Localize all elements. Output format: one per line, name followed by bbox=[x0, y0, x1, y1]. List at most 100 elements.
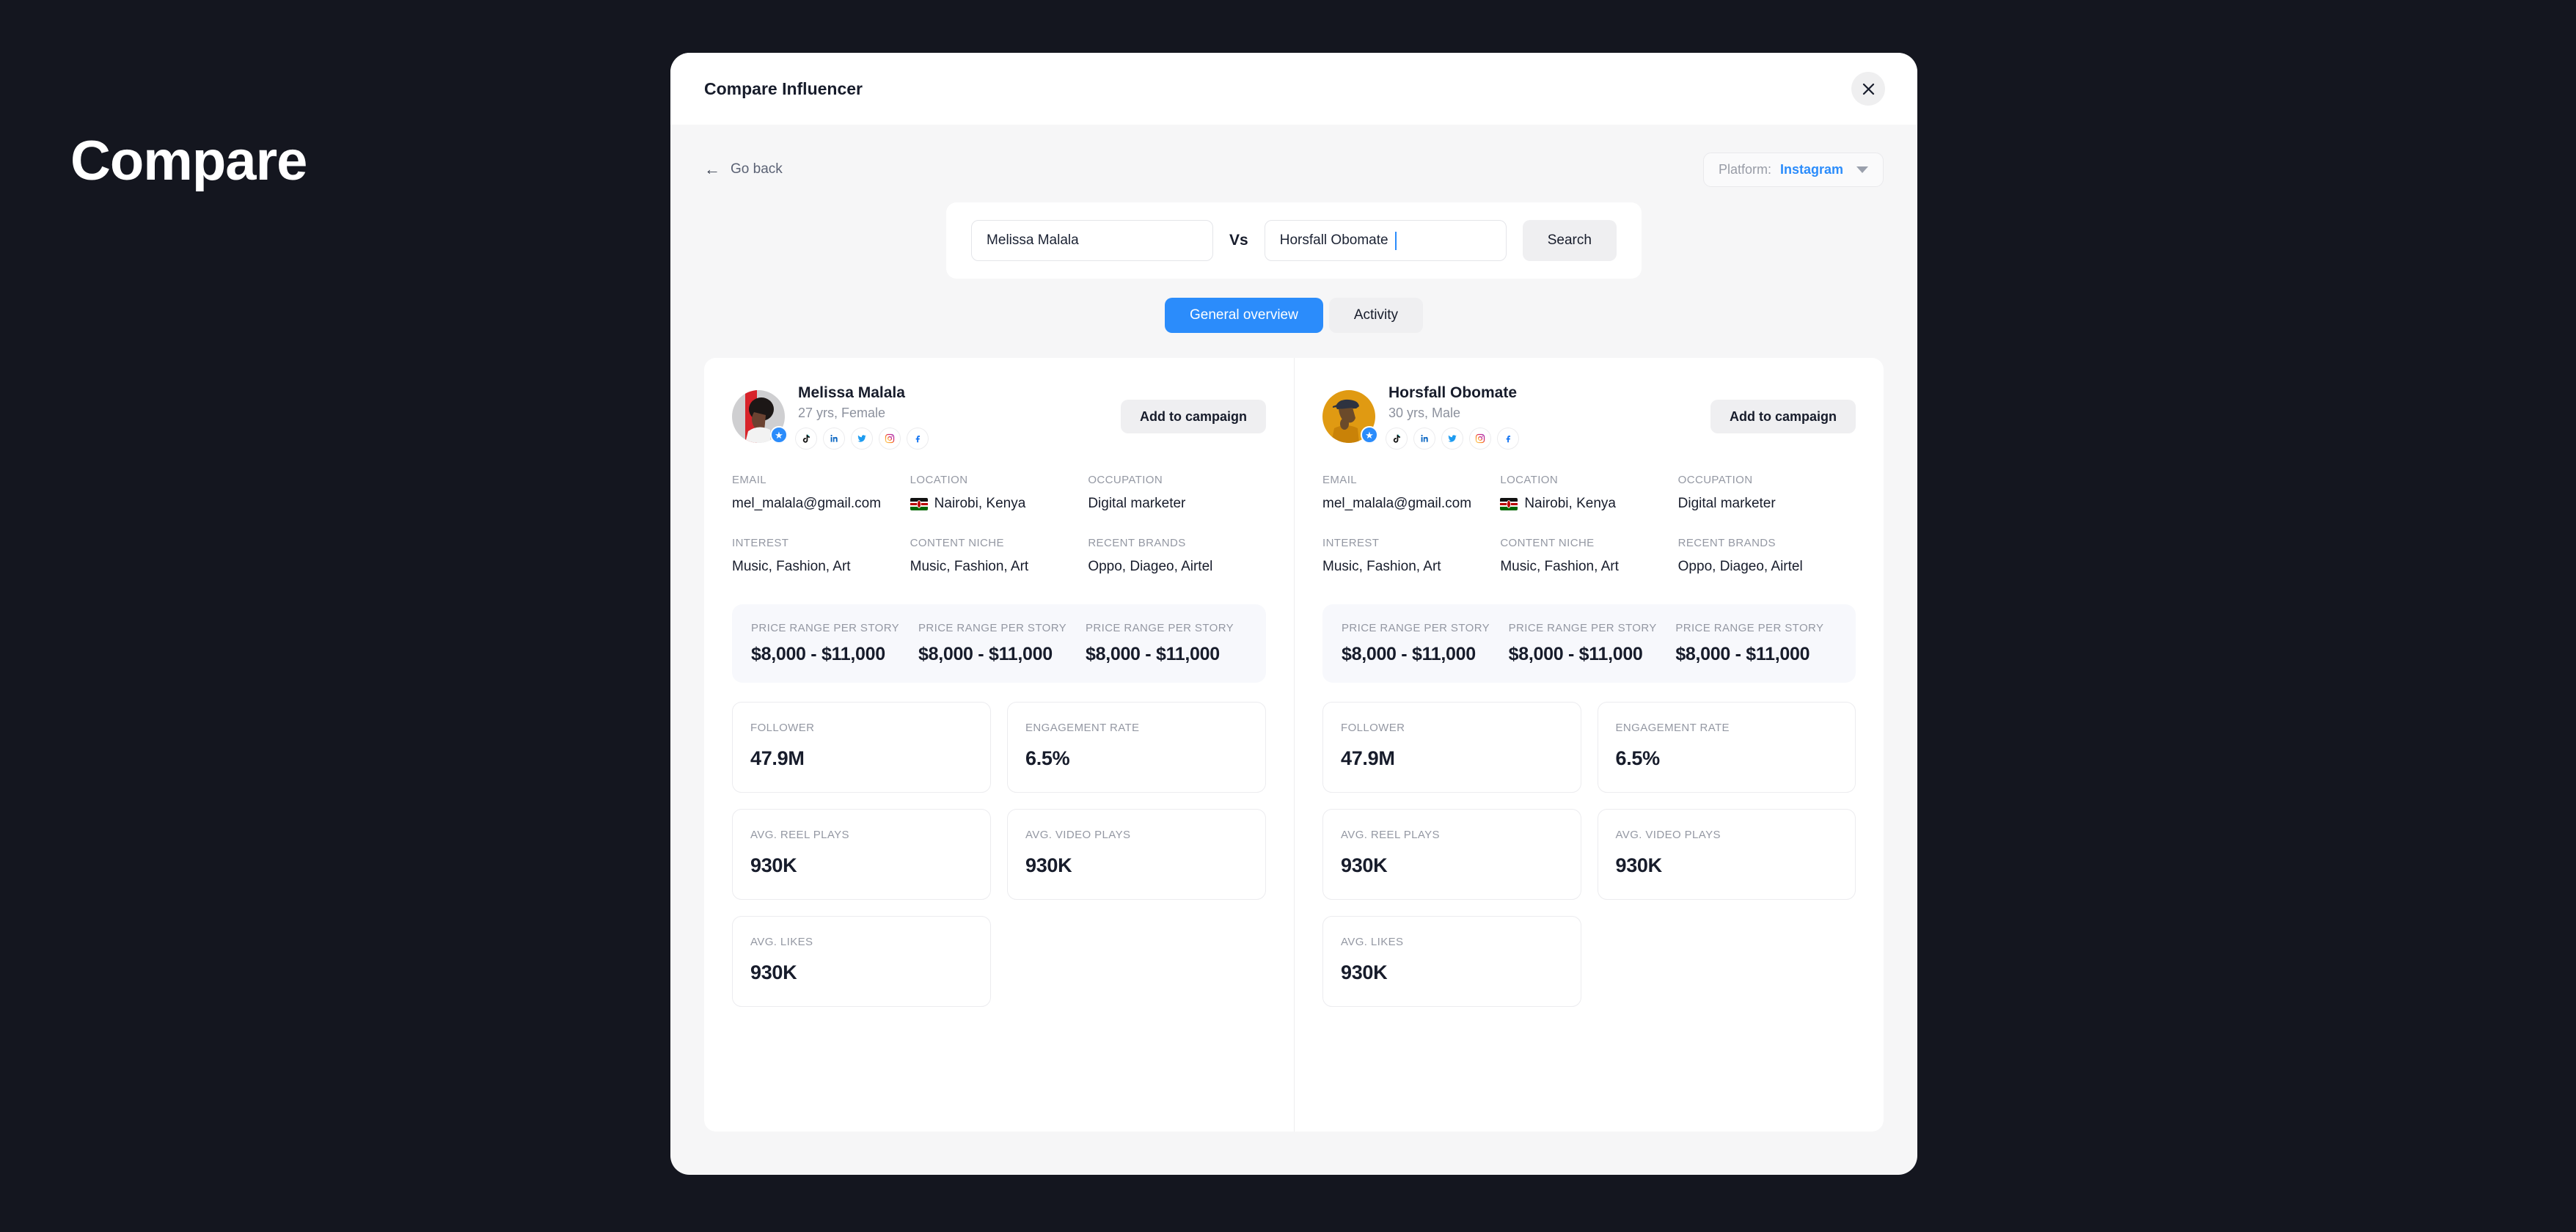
stat-value: 6.5% bbox=[1615, 747, 1661, 769]
price-value: $8,000 - $11,000 bbox=[1508, 644, 1643, 664]
search-input-right[interactable]: Horsfall Obomate bbox=[1264, 220, 1507, 261]
stat-label: AVG. REEL PLAYS bbox=[750, 829, 849, 841]
search-input-left[interactable] bbox=[971, 220, 1214, 261]
stat-card-avg-reel-plays: AVG. REEL PLAYS 930K bbox=[732, 809, 991, 900]
field-location: LOCATION Nairobi, Kenya bbox=[910, 474, 1088, 512]
stat-card-engagement-rate: ENGAGEMENT RATE 6.5% bbox=[1007, 702, 1266, 793]
field-value: Oppo, Diageo, Airtel bbox=[1088, 559, 1213, 574]
stat-value: 930K bbox=[1615, 854, 1663, 876]
field-value-location: Nairobi, Kenya bbox=[1500, 496, 1677, 512]
profile-meta: Melissa Malala 27 yrs, Female bbox=[795, 384, 1108, 450]
stat-card-avg-video-plays: AVG. VIDEO PLAYS 930K bbox=[1007, 809, 1266, 900]
kenya-flag-icon bbox=[910, 497, 928, 510]
field-interest: INTEREST Music, Fashion, Art bbox=[1322, 537, 1500, 575]
field-value-location: Nairobi, Kenya bbox=[910, 496, 1088, 512]
stat-card-follower: FOLLOWER 47.9M bbox=[732, 702, 991, 793]
verified-badge-icon: ★ bbox=[770, 426, 788, 444]
price-value: $8,000 - $11,000 bbox=[751, 644, 885, 664]
field-label: INTEREST bbox=[1322, 537, 1380, 549]
instagram-icon[interactable] bbox=[879, 427, 901, 450]
modal-header: Compare Influencer bbox=[670, 53, 1917, 125]
search-input-right-value: Horsfall Obomate bbox=[1279, 232, 1388, 248]
platform-select[interactable]: Platform: Instagram bbox=[1702, 152, 1884, 187]
price-label: PRICE RANGE PER STORY bbox=[1086, 622, 1234, 634]
field-occupation: OCCUPATION Digital marketer bbox=[1678, 474, 1856, 512]
price-value: $8,000 - $11,000 bbox=[1342, 644, 1476, 664]
stat-value: 930K bbox=[750, 961, 797, 983]
go-back-button[interactable]: ← Go back bbox=[704, 161, 783, 177]
search-section: Vs Horsfall Obomate Search bbox=[704, 202, 1884, 279]
field-label: LOCATION bbox=[910, 474, 968, 486]
add-to-campaign-button[interactable]: Add to campaign bbox=[1120, 400, 1266, 433]
influencer-name: Melissa Malala bbox=[798, 384, 905, 401]
stat-label: AVG. VIDEO PLAYS bbox=[1615, 829, 1721, 841]
verified-badge-icon: ★ bbox=[1361, 426, 1378, 444]
field-value: Music, Fashion, Art bbox=[1500, 559, 1619, 574]
facebook-icon[interactable] bbox=[1497, 427, 1519, 450]
tab-activity[interactable]: Activity bbox=[1328, 298, 1424, 333]
stat-card-follower: FOLLOWER 47.9M bbox=[1322, 702, 1581, 793]
stat-card-avg-likes: AVG. LIKES 930K bbox=[1322, 916, 1581, 1007]
stat-grid: FOLLOWER 47.9M ENGAGEMENT RATE 6.5% AVG.… bbox=[1322, 702, 1856, 1007]
comparison-card: ★ Melissa Malala 27 yrs, Female Add to c… bbox=[704, 358, 1884, 1132]
tiktok-icon[interactable] bbox=[795, 427, 817, 450]
linkedin-icon[interactable] bbox=[1413, 427, 1435, 450]
stat-value: 6.5% bbox=[1025, 747, 1070, 769]
field-recent-brands: RECENT BRANDS Oppo, Diageo, Airtel bbox=[1678, 537, 1856, 575]
twitter-icon[interactable] bbox=[1441, 427, 1463, 450]
stat-label: AVG. REEL PLAYS bbox=[1341, 829, 1440, 841]
tiktok-icon[interactable] bbox=[1386, 427, 1408, 450]
profile-header: ★ Horsfall Obomate 30 yrs, Male Add to c… bbox=[1322, 380, 1856, 453]
field-value: Music, Fashion, Art bbox=[910, 559, 1029, 574]
stat-card-avg-likes: AVG. LIKES 930K bbox=[732, 916, 991, 1007]
twitter-icon[interactable] bbox=[851, 427, 873, 450]
field-label: EMAIL bbox=[1322, 474, 1358, 486]
price-range-item: PRICE RANGE PER STORY $8,000 - $11,000 bbox=[918, 622, 1086, 665]
close-icon[interactable] bbox=[1851, 72, 1885, 106]
field-label: LOCATION bbox=[1500, 474, 1559, 486]
price-range-item: PRICE RANGE PER STORY $8,000 - $11,000 bbox=[1086, 622, 1253, 665]
field-occupation: OCCUPATION Digital marketer bbox=[1088, 474, 1266, 512]
add-to-campaign-button[interactable]: Add to campaign bbox=[1710, 400, 1856, 433]
field-label: RECENT BRANDS bbox=[1088, 537, 1186, 549]
page-root: Compare Compare Influencer ← Go back Pla… bbox=[0, 0, 2576, 1232]
field-recent-brands: RECENT BRANDS Oppo, Diageo, Airtel bbox=[1088, 537, 1266, 575]
stat-label: ENGAGEMENT RATE bbox=[1025, 722, 1140, 734]
price-label: PRICE RANGE PER STORY bbox=[1675, 622, 1824, 634]
price-range-item: PRICE RANGE PER STORY $8,000 - $11,000 bbox=[751, 622, 918, 665]
social-links bbox=[795, 427, 1108, 450]
stat-label: FOLLOWER bbox=[1341, 722, 1405, 734]
location-text: Nairobi, Kenya bbox=[1524, 496, 1616, 511]
price-label: PRICE RANGE PER STORY bbox=[751, 622, 900, 634]
modal-title: Compare Influencer bbox=[704, 78, 863, 98]
field-value: Digital marketer bbox=[1088, 496, 1186, 511]
compare-influencer-modal: Compare Influencer ← Go back Platform: I… bbox=[670, 53, 1917, 1175]
kenya-flag-icon bbox=[1500, 497, 1518, 510]
profile-meta: Horsfall Obomate 30 yrs, Male bbox=[1386, 384, 1697, 450]
influencer-name: Horsfall Obomate bbox=[1388, 384, 1518, 401]
social-links bbox=[1386, 427, 1697, 450]
field-label: OCCUPATION bbox=[1677, 474, 1753, 486]
stat-card-avg-video-plays: AVG. VIDEO PLAYS 930K bbox=[1597, 809, 1856, 900]
tab-general-overview[interactable]: General overview bbox=[1164, 298, 1323, 333]
stat-label: AVG. LIKES bbox=[1341, 936, 1404, 948]
modal-toolbar: ← Go back Platform: Instagram bbox=[704, 125, 1884, 192]
avatar: ★ bbox=[1322, 390, 1378, 444]
influencer-age-gender: 30 yrs, Male bbox=[1388, 405, 1461, 420]
facebook-icon[interactable] bbox=[907, 427, 929, 450]
search-button[interactable]: Search bbox=[1522, 220, 1617, 261]
price-label: PRICE RANGE PER STORY bbox=[1342, 622, 1490, 634]
stat-value: 47.9M bbox=[1341, 747, 1395, 769]
instagram-icon[interactable] bbox=[1469, 427, 1491, 450]
price-value: $8,000 - $11,000 bbox=[1086, 644, 1220, 664]
price-value: $8,000 - $11,000 bbox=[918, 644, 1053, 664]
price-range-panel: PRICE RANGE PER STORY $8,000 - $11,000 P… bbox=[732, 604, 1266, 683]
influencer-column-right: ★ Horsfall Obomate 30 yrs, Male Add to c… bbox=[1294, 358, 1884, 1132]
influencer-fields: EMAIL mel_malala@gmail.com LOCATION Nair… bbox=[1322, 474, 1856, 575]
field-value: Music, Fashion, Art bbox=[732, 559, 851, 574]
page-title: Compare bbox=[70, 130, 307, 192]
linkedin-icon[interactable] bbox=[823, 427, 845, 450]
field-email: EMAIL mel_malala@gmail.com bbox=[732, 474, 910, 512]
stat-value: 930K bbox=[1341, 854, 1388, 876]
stat-value: 47.9M bbox=[750, 747, 805, 769]
